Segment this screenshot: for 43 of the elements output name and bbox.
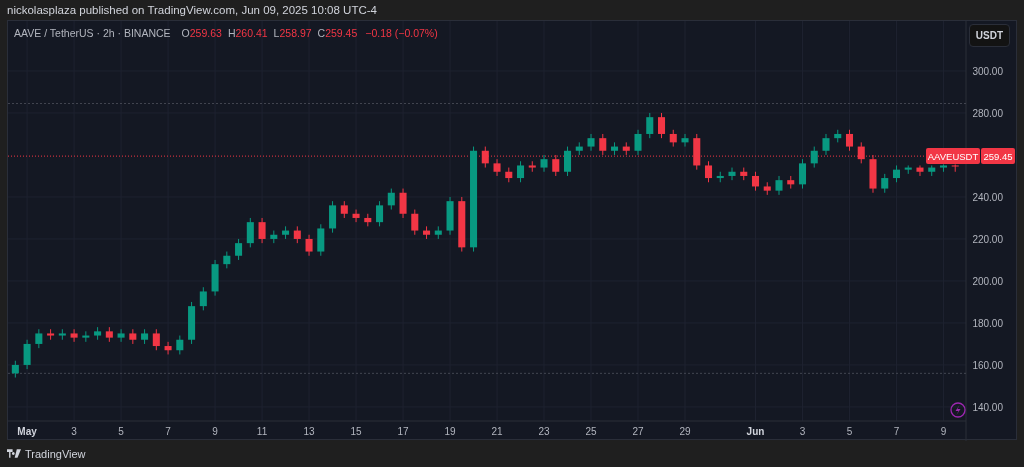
price-axis-label: 280.00 bbox=[972, 107, 1003, 119]
price-axis-label: 180.00 bbox=[972, 317, 1003, 329]
symbol-title: AAVE / TetherUS · 2h · BINANCE bbox=[14, 27, 171, 39]
price-axis-label: 240.00 bbox=[972, 191, 1003, 203]
time-axis-label: 25 bbox=[585, 426, 597, 437]
time-axis-label: 3 bbox=[71, 426, 77, 437]
time-axis-label: 23 bbox=[538, 426, 550, 437]
ohlc-label: L bbox=[273, 27, 280, 39]
time-axis-label: 29 bbox=[679, 426, 691, 437]
price-axis-label: 300.00 bbox=[972, 65, 1003, 77]
publish-info: nickolasplaza published on TradingView.com, Jun 09, 2025 10:08 UTC-4 bbox=[7, 4, 377, 16]
time-axis-label: 5 bbox=[118, 426, 124, 437]
time-axis-label: Jun bbox=[746, 426, 765, 437]
time-axis-label: 17 bbox=[397, 426, 409, 437]
ohlc-label: O bbox=[181, 27, 190, 39]
time-axis-label: 15 bbox=[350, 426, 362, 437]
ohlc-label: H bbox=[227, 27, 236, 39]
time-axis-label: 9 bbox=[212, 426, 218, 437]
ohlc-value: 260.41 bbox=[235, 27, 268, 39]
time-axis-label: 27 bbox=[632, 426, 644, 437]
time-axis-label: 13 bbox=[303, 426, 315, 437]
time-axis-label: 19 bbox=[444, 426, 456, 437]
ohlc-label: C bbox=[317, 27, 326, 39]
time-axis-label: 3 bbox=[799, 426, 806, 437]
ohlc-value: 258.97 bbox=[279, 27, 312, 39]
price-change: −0.18 (−0.07%) bbox=[365, 27, 438, 39]
time-axis-label: 21 bbox=[491, 426, 503, 437]
brand-name: TradingView bbox=[25, 447, 86, 460]
time-axis-label: May bbox=[17, 426, 37, 437]
time-axis-label: 9 bbox=[940, 426, 947, 437]
symbol-tag: AAVEUSDT bbox=[926, 148, 980, 165]
ohlc-value: 259.45 bbox=[325, 27, 358, 39]
price-axis-label: 140.00 bbox=[972, 401, 1003, 413]
currency-button[interactable]: USDT bbox=[968, 24, 1010, 47]
time-axis-label: 7 bbox=[165, 426, 171, 437]
time-axis-label: 7 bbox=[893, 426, 900, 437]
price-axis-label: 160.00 bbox=[972, 359, 1003, 371]
price-axis-label: 200.00 bbox=[972, 275, 1003, 287]
time-axis-label: 11 bbox=[256, 426, 268, 437]
time-axis-label: 5 bbox=[846, 426, 853, 437]
price-axis-label: 220.00 bbox=[972, 233, 1003, 245]
last-price-label: 259.45 bbox=[981, 148, 1015, 165]
ohlc-value: 259.63 bbox=[189, 27, 222, 39]
